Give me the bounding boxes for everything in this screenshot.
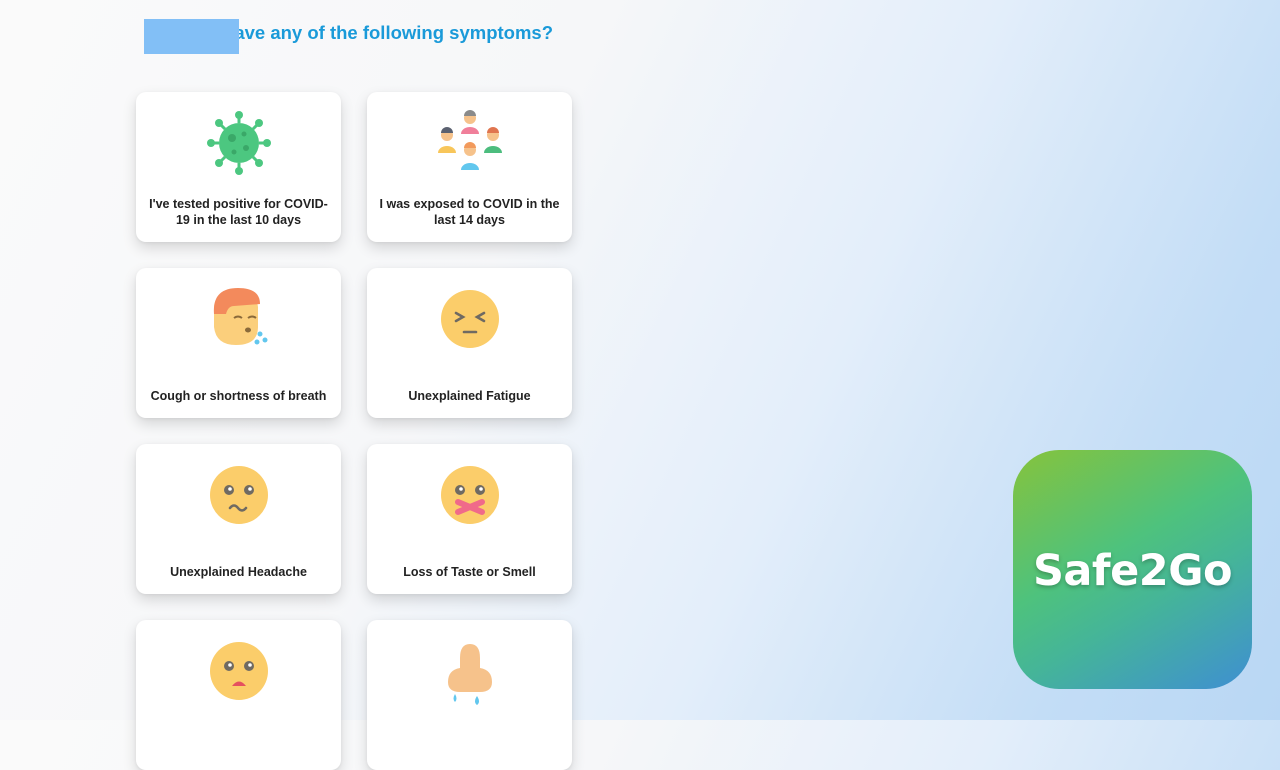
runny-nose-icon bbox=[447, 644, 492, 705]
virus-icon bbox=[206, 111, 271, 175]
logo-text: Safe2Go bbox=[1032, 546, 1233, 596]
symptom-card-sad[interactable] bbox=[136, 620, 341, 770]
symptom-card-runny-nose[interactable] bbox=[367, 620, 572, 770]
symptom-card-exposed[interactable]: I was exposed to COVID in the last 14 da… bbox=[367, 92, 572, 242]
woozy-face-icon bbox=[209, 466, 268, 524]
symptom-label: Cough or shortness of breath bbox=[150, 389, 327, 403]
symptom-card-headache[interactable]: Unexplained Headache bbox=[136, 444, 341, 594]
safe2go-logo: Safe2Go bbox=[1013, 450, 1252, 689]
symptom-label: Unexplained Headache bbox=[170, 565, 307, 579]
symptom-card-fatigue[interactable]: Unexplained Fatigue bbox=[367, 268, 572, 418]
tired-face-icon bbox=[440, 290, 499, 348]
symptom-label: I was exposed to COVID in the last 14 da… bbox=[379, 197, 560, 227]
people-group-icon bbox=[437, 110, 502, 170]
symptom-label: Unexplained Fatigue bbox=[408, 389, 531, 403]
sad-face-icon bbox=[209, 642, 268, 700]
symptom-label: I've tested positive for COVID-19 in the… bbox=[149, 197, 328, 227]
taped-mouth-face-icon bbox=[440, 466, 499, 524]
symptom-card-taste-smell[interactable]: Loss of Taste or Smell bbox=[367, 444, 572, 594]
coughing-person-icon bbox=[213, 288, 267, 345]
symptom-label: Loss of Taste or Smell bbox=[403, 565, 536, 579]
user-name-redaction bbox=[144, 19, 239, 54]
symptom-card-tested-positive[interactable]: I've tested positive for COVID-19 in the… bbox=[136, 92, 341, 242]
symptom-card-cough[interactable]: Cough or shortness of breath bbox=[136, 268, 341, 418]
